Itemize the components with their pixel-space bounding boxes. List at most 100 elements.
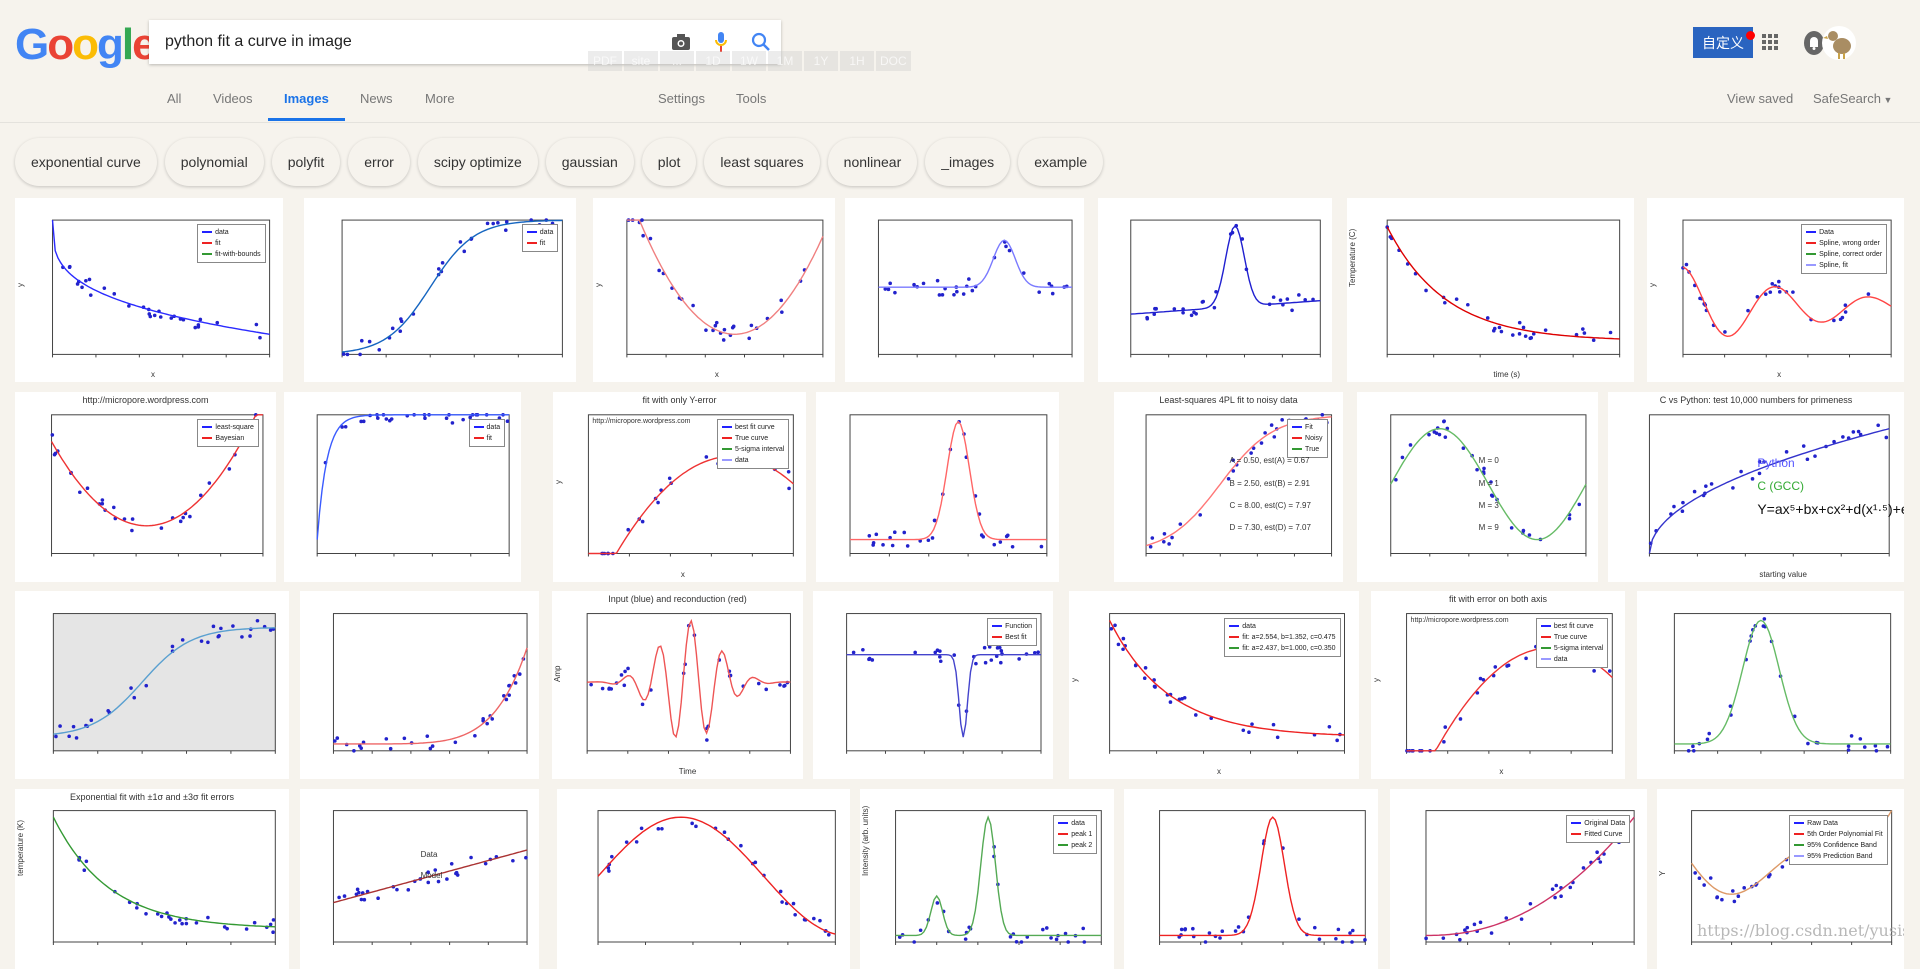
chip-exponential-curve[interactable]: exponential curve — [15, 138, 157, 186]
data-point — [721, 338, 726, 342]
image-result[interactable]: data fit — [304, 198, 576, 382]
image-result[interactable]: Y Raw Data 5th Order Polynomial Fit 95% Con… — [1657, 789, 1904, 969]
logo-letter: l — [121, 20, 134, 69]
data-point — [180, 921, 184, 926]
data-point — [1553, 895, 1557, 900]
thumbnail-title: Least-squares 4PL fit to noisy data — [1159, 395, 1298, 405]
google-logo[interactable]: Google — [15, 20, 157, 70]
chip-polyfit[interactable]: polyfit — [271, 138, 341, 186]
data-point — [786, 469, 791, 474]
data-point — [1720, 897, 1724, 902]
chip-error[interactable]: error — [348, 138, 410, 186]
data-point — [1499, 329, 1504, 334]
tab-images[interactable]: Images — [284, 91, 329, 106]
image-result[interactable]: Input (blue) and reconduction (red) Time A… — [552, 591, 803, 779]
tab-more[interactable]: More — [425, 91, 455, 106]
data-point — [178, 519, 183, 524]
view-saved-link[interactable]: View saved — [1727, 91, 1793, 106]
chip-least-squares[interactable]: least squares — [704, 138, 820, 186]
tab-all[interactable]: All — [167, 91, 181, 106]
data-point — [1858, 737, 1863, 741]
image-result[interactable]: http://micropore.wordpress.com least-squa… — [15, 392, 276, 582]
image-result[interactable]: Original Data Fitted Curve — [1390, 789, 1647, 969]
image-result[interactable]: time (s) Temperature (C) — [1347, 198, 1634, 382]
chip-images[interactable]: _images — [925, 138, 1011, 186]
tab-videos[interactable]: Videos — [213, 91, 253, 106]
image-result[interactable]: fit with error on both axis http://microp… — [1371, 591, 1625, 779]
tools-link[interactable]: Tools — [736, 91, 766, 106]
plot-legend: data fit: a=2.554, b=1.352, c=0.475 fit: a… — [1224, 617, 1341, 657]
tab-news[interactable]: News — [360, 91, 393, 106]
data-point — [1866, 292, 1871, 296]
plot-legend: Raw Data 5th Order Polynomial Fit 95% Conf… — [1789, 814, 1888, 865]
data-point — [999, 660, 1003, 665]
image-result[interactable] — [845, 198, 1084, 382]
image-result[interactable] — [1637, 591, 1904, 779]
y-axis-label: y — [554, 480, 563, 485]
quick-filter-button[interactable]: 1Y — [804, 51, 838, 71]
chip-nonlinear[interactable]: nonlinear — [827, 138, 918, 186]
image-result[interactable] — [816, 392, 1059, 582]
image-result[interactable] — [1124, 789, 1378, 969]
customize-button[interactable]: 自定义 — [1693, 27, 1755, 58]
apps-grid-icon[interactable] — [1762, 34, 1778, 50]
data-point — [271, 930, 275, 934]
data-point — [1153, 307, 1158, 311]
quick-filter-button[interactable]: 1W — [732, 51, 766, 71]
image-result[interactable]: Intensity (arb. units) data peak 1 peak 2 — [860, 789, 1114, 969]
data-point — [461, 417, 465, 422]
avatar[interactable] — [1822, 26, 1856, 60]
chip-scipy-optimize[interactable]: scipy optimize — [417, 138, 538, 186]
quick-filter-button[interactable]: ... — [660, 51, 694, 71]
image-result[interactable] — [15, 591, 289, 779]
data-point — [445, 877, 449, 881]
data-point — [1170, 535, 1174, 540]
image-result[interactable]: Data Model — [300, 789, 539, 969]
data-point — [357, 890, 361, 895]
image-result[interactable]: x y data fit fit-with-bounds — [15, 198, 283, 382]
legend-label: data — [539, 229, 554, 237]
image-result[interactable]: xy — [593, 198, 835, 382]
image-result[interactable] — [557, 789, 850, 969]
chip-gaussian[interactable]: gaussian — [545, 138, 634, 186]
plot-legend: Original Data Fitted Curve — [1566, 814, 1631, 843]
image-result[interactable]: x y Data Spline, wrong order Spline, correct… — [1647, 198, 1904, 382]
image-result[interactable]: Exponential fit with ±1σ and ±3σ fit err… — [15, 789, 289, 969]
image-result[interactable]: data fit — [284, 392, 521, 582]
data-point — [999, 649, 1004, 653]
quick-filter-button[interactable]: 1H — [840, 51, 874, 71]
image-result[interactable]: fit with only Y-error http://micropore.wo… — [553, 392, 806, 582]
image-result[interactable]: C vs Python: test 10,000 numbers for pri… — [1608, 392, 1904, 582]
quick-filter-button[interactable]: PDF — [588, 51, 622, 71]
data-point — [780, 900, 784, 904]
search-input[interactable] — [165, 33, 661, 51]
quick-filter-button[interactable]: DOC — [876, 51, 911, 71]
chip-example[interactable]: example — [1018, 138, 1104, 186]
chip-polynomial[interactable]: polynomial — [164, 138, 264, 186]
data-point — [867, 656, 872, 661]
data-point — [440, 261, 445, 265]
legend-entry: fit-with-bounds — [202, 249, 261, 260]
header-divider — [0, 122, 1920, 123]
data-point — [454, 871, 458, 876]
image-result[interactable]: Least-squares 4PL fit to noisy data Fit No… — [1114, 392, 1343, 582]
image-result[interactable] — [1098, 198, 1332, 382]
quick-filter-button[interactable]: 1M — [768, 51, 802, 71]
result-thumbnail — [597, 810, 836, 945]
chip-plot[interactable]: plot — [641, 138, 697, 186]
settings-link[interactable]: Settings — [658, 91, 705, 106]
quick-filter-button[interactable]: 1D — [696, 51, 730, 71]
fit-curve — [846, 654, 1041, 738]
data-point — [1142, 676, 1147, 681]
data-point — [1443, 300, 1447, 305]
bell-icon[interactable] — [1804, 31, 1824, 55]
data-point — [1320, 413, 1325, 417]
image-result[interactable]: Function Best fit — [813, 591, 1053, 779]
safesearch-dropdown[interactable]: SafeSearch ▼ — [1813, 91, 1892, 106]
image-result[interactable]: M = 0 M = 1 M = 3 M = 9 — [1357, 392, 1598, 582]
image-result[interactable]: x y data fit: a=2.554, b=1.352, c=0.475 fit:… — [1069, 591, 1359, 779]
legend-swatch — [1292, 436, 1303, 439]
x-axis-label: x — [680, 570, 685, 579]
quick-filter-button[interactable]: site — [624, 51, 658, 71]
image-result[interactable] — [300, 591, 539, 779]
